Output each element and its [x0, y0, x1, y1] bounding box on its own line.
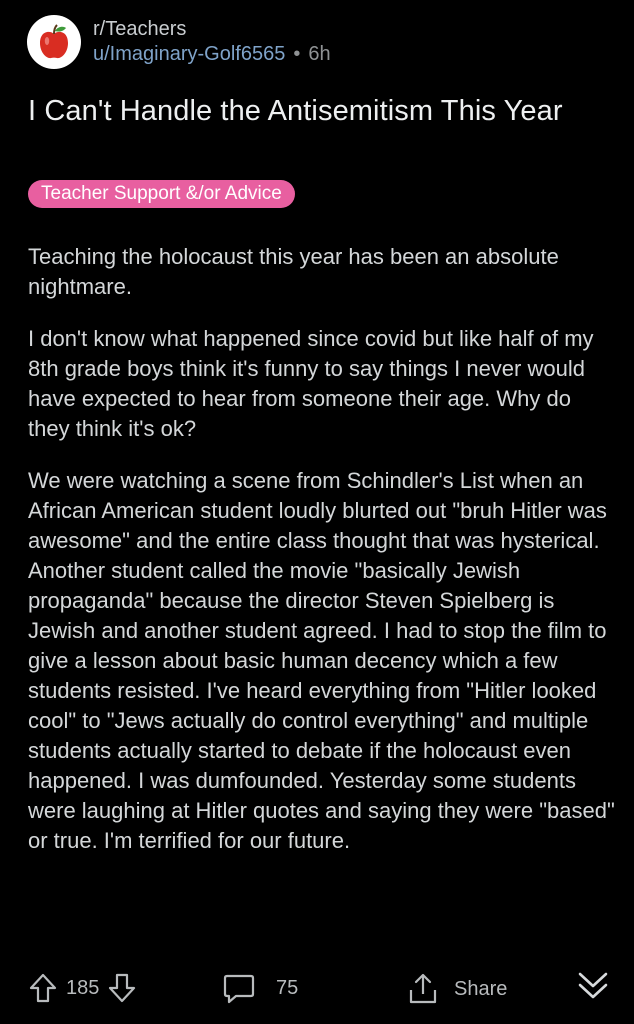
post-body: Teaching the holocaust this year has bee…	[28, 242, 616, 878]
subreddit-name[interactable]: r/Teachers	[93, 17, 331, 41]
post-age: 6h	[308, 43, 331, 65]
meta-separator: •	[293, 43, 301, 65]
author-line: u/Imaginary-Golf6565 • 6h	[93, 41, 331, 67]
upvote-icon[interactable]	[28, 972, 58, 1004]
share-icon	[409, 973, 437, 1004]
share-button[interactable]: Share	[406, 972, 515, 1006]
post-paragraph: Teaching the holocaust this year has bee…	[28, 244, 559, 299]
author-username[interactable]: u/Imaginary-Golf6565	[93, 41, 285, 67]
vote-count: 185	[66, 976, 100, 999]
action-bar: 185 75 Share	[0, 964, 634, 1014]
post-meta: r/Teachers u/Imaginary-Golf6565 • 6h	[93, 17, 331, 67]
subreddit-avatar[interactable]	[27, 15, 81, 69]
comments-button[interactable]: 75	[222, 972, 306, 1004]
post-paragraph: I don't know what happened since covid b…	[28, 326, 594, 441]
share-label: Share	[454, 977, 508, 1000]
vote-group: 185	[28, 972, 137, 1004]
comment-count: 75	[276, 976, 299, 999]
comment-icon	[223, 974, 255, 1004]
post-paragraph: We were watching a scene from Schindler'…	[28, 468, 615, 853]
chevron-down-double-icon	[578, 972, 608, 999]
post-header: r/Teachers u/Imaginary-Golf6565 • 6h	[27, 14, 331, 70]
post-flair[interactable]: Teacher Support &/or Advice	[28, 180, 295, 208]
post-title: I Can't Handle the Antisemitism This Yea…	[28, 95, 563, 127]
collapse-button[interactable]	[576, 968, 610, 1004]
apple-icon	[40, 24, 68, 59]
downvote-icon[interactable]	[107, 972, 137, 1004]
